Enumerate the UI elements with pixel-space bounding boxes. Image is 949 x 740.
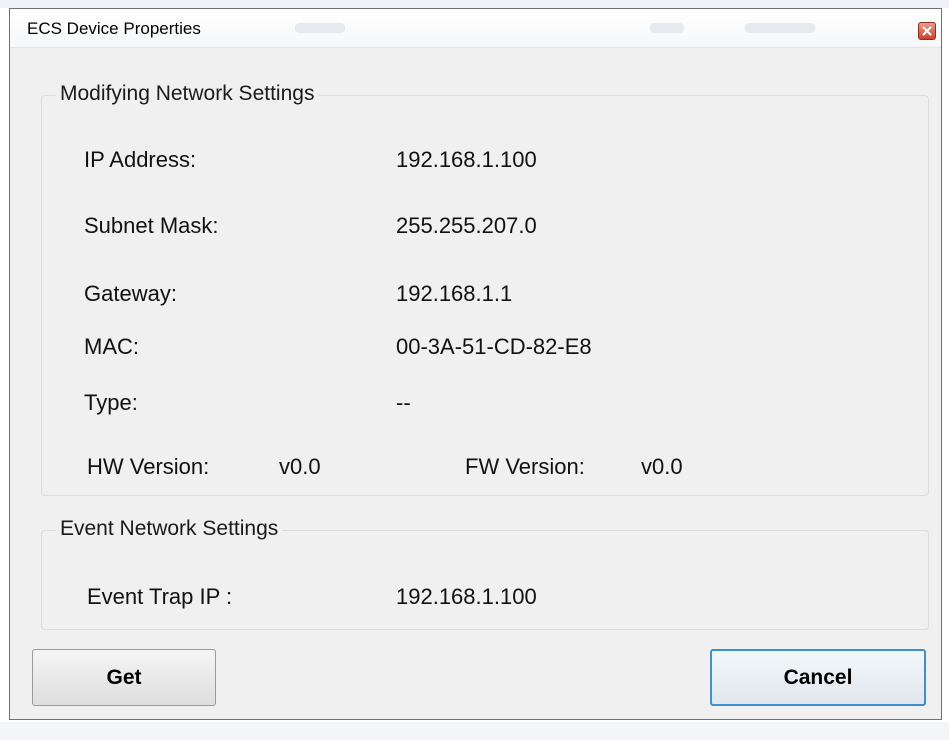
background-ghost-text bbox=[295, 23, 345, 33]
fw-version-value: v0.0 bbox=[641, 454, 683, 479]
background-app-strip-bottom bbox=[0, 722, 949, 740]
get-button[interactable]: Get bbox=[32, 649, 216, 706]
subnet-mask-value: 255.255.207.0 bbox=[396, 213, 537, 238]
background-ghost-text bbox=[745, 23, 815, 33]
close-button[interactable] bbox=[918, 22, 936, 40]
background-ghost-text bbox=[650, 23, 684, 33]
event-trap-ip-label: Event Trap IP : bbox=[87, 584, 233, 609]
ip-address-value: 192.168.1.100 bbox=[396, 147, 537, 172]
window-title: ECS Device Properties bbox=[27, 19, 201, 38]
event-trap-ip-value: 192.168.1.100 bbox=[396, 584, 537, 609]
hw-version-label: HW Version: bbox=[87, 454, 210, 479]
event-settings-title: Event Network Settings bbox=[56, 517, 283, 541]
device-properties-dialog: ECS Device Properties Modifying Network … bbox=[9, 8, 942, 720]
cancel-button[interactable]: Cancel bbox=[710, 649, 926, 706]
fw-version-label: FW Version: bbox=[465, 454, 585, 479]
mac-label: MAC: bbox=[84, 334, 139, 359]
ip-address-label: IP Address: bbox=[84, 147, 197, 172]
title-bar[interactable]: ECS Device Properties bbox=[10, 9, 941, 48]
mac-value: 00-3A-51-CD-82-E8 bbox=[396, 334, 592, 359]
close-icon bbox=[922, 26, 932, 36]
background-app-strip bbox=[0, 0, 949, 8]
hw-version-value: v0.0 bbox=[279, 454, 321, 479]
network-settings-title: Modifying Network Settings bbox=[56, 82, 319, 106]
type-value: -- bbox=[396, 390, 411, 415]
event-settings-group bbox=[41, 530, 929, 630]
gateway-value: 192.168.1.1 bbox=[396, 281, 513, 306]
subnet-mask-label: Subnet Mask: bbox=[84, 213, 219, 238]
type-label: Type: bbox=[84, 390, 138, 415]
gateway-label: Gateway: bbox=[84, 281, 177, 306]
